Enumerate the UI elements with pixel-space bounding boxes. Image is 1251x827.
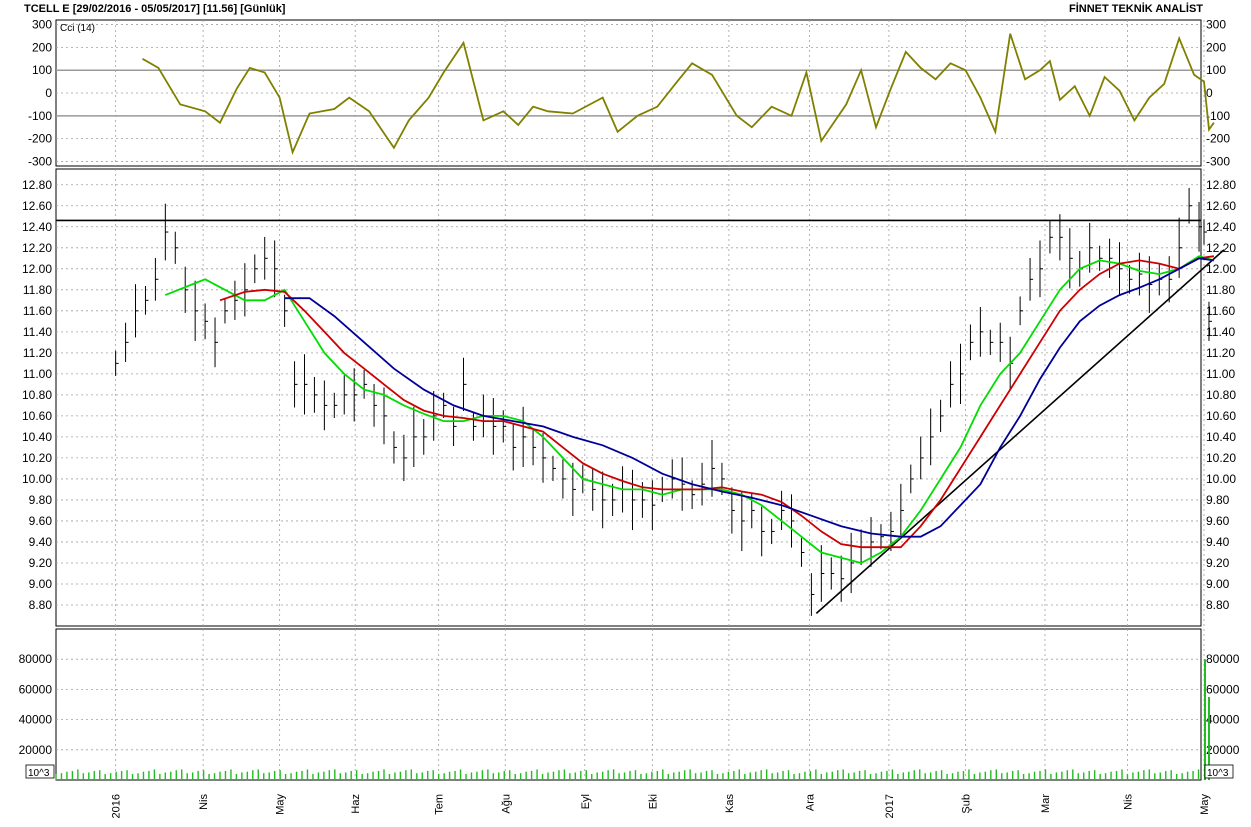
price-y-tick-label-right: 9.00 bbox=[1206, 577, 1230, 591]
price-y-tick-label-right: 11.60 bbox=[1206, 304, 1235, 318]
vol-y-tick-label-right: 80000 bbox=[1206, 652, 1240, 666]
cci-legend: Cci (14) bbox=[60, 23, 95, 34]
price-y-tick-label-right: 9.40 bbox=[1206, 535, 1230, 549]
price-y-tick-label-left: 11.40 bbox=[23, 325, 52, 339]
price-y-tick-label-right: 12.00 bbox=[1206, 262, 1236, 276]
x-tick-label: Tem bbox=[434, 794, 446, 815]
price-y-tick-label-left: 12.60 bbox=[22, 199, 52, 213]
price-y-tick-label-left: 11.80 bbox=[23, 283, 52, 297]
vol-y-tick-label-left: 60000 bbox=[19, 682, 53, 696]
price-y-tick-label-left: 8.80 bbox=[29, 598, 53, 612]
x-tick-label: Eki bbox=[647, 794, 659, 809]
price-y-tick-label-right: 9.20 bbox=[1206, 556, 1230, 570]
price-y-tick-label-right: 10.20 bbox=[1206, 451, 1236, 465]
vol-panel-frame bbox=[55, 628, 1202, 781]
price-y-tick-label-right: 10.80 bbox=[1206, 388, 1236, 402]
price-y-tick-label-right: 12.60 bbox=[1206, 199, 1236, 213]
x-tick-label: Haz bbox=[350, 794, 362, 814]
cci-y-tick-label-left: -200 bbox=[28, 132, 52, 146]
cci-y-tick-label-right: 0 bbox=[1206, 86, 1213, 100]
x-tick-label: May bbox=[275, 794, 287, 815]
x-tick-label: Eyl bbox=[580, 794, 592, 809]
price-y-tick-label-right: 12.40 bbox=[1206, 220, 1236, 234]
cci-y-tick-label-left: -100 bbox=[28, 109, 52, 123]
price-y-tick-label-right: 9.80 bbox=[1206, 493, 1230, 507]
x-tick-label: Kas bbox=[724, 794, 736, 813]
x-tick-label: May bbox=[1199, 794, 1211, 815]
price-y-tick-label-left: 9.80 bbox=[29, 493, 53, 507]
ma-long-line bbox=[284, 257, 1215, 538]
cci-y-tick-label-right: -100 bbox=[1206, 109, 1230, 123]
chart-root: TCELL E [29/02/2016 - 05/05/2017] [11.56… bbox=[0, 0, 1251, 822]
price-y-tick-label-right: 10.40 bbox=[1206, 430, 1236, 444]
price-y-tick-label-right: 11.20 bbox=[1206, 346, 1235, 360]
price-y-tick-label-right: 9.60 bbox=[1206, 514, 1230, 528]
cci-y-tick-label-left: 200 bbox=[32, 40, 52, 54]
cci-y-tick-label-right: -300 bbox=[1206, 154, 1230, 168]
price-y-tick-label-left: 9.40 bbox=[29, 535, 53, 549]
price-y-tick-label-left: 12.20 bbox=[22, 241, 52, 255]
vol-y-tick-label-right: 40000 bbox=[1206, 713, 1240, 727]
x-tick-label: 2017 bbox=[884, 794, 896, 818]
chart-title: TCELL E [29/02/2016 - 05/05/2017] [11.56… bbox=[24, 3, 286, 15]
price-y-tick-label-left: 10.00 bbox=[22, 472, 52, 486]
price-y-tick-label-left: 10.80 bbox=[22, 388, 52, 402]
cci-line bbox=[142, 33, 1215, 156]
x-tick-label: Nis bbox=[1122, 794, 1134, 810]
ma-short-line bbox=[164, 255, 1215, 564]
cci-y-tick-label-left: 100 bbox=[32, 63, 52, 77]
cci-y-tick-label-left: 0 bbox=[45, 86, 52, 100]
price-y-tick-label-left: 11.20 bbox=[23, 346, 52, 360]
price-y-tick-label-left: 12.00 bbox=[22, 262, 52, 276]
price-y-tick-label-left: 10.60 bbox=[22, 409, 52, 423]
price-y-tick-label-left: 10.40 bbox=[22, 430, 52, 444]
cci-y-tick-label-right: 200 bbox=[1206, 40, 1226, 54]
price-y-tick-label-left: 9.60 bbox=[29, 514, 53, 528]
x-tick-label: Ara bbox=[804, 793, 816, 811]
price-y-tick-label-right: 11.80 bbox=[1206, 283, 1235, 297]
price-y-tick-label-left: 12.80 bbox=[22, 178, 52, 192]
price-y-tick-label-left: 11.60 bbox=[23, 304, 52, 318]
price-y-tick-label-right: 11.40 bbox=[1206, 325, 1235, 339]
vol-y-tick-label-left: 20000 bbox=[19, 743, 53, 757]
price-y-tick-label-right: 10.00 bbox=[1206, 472, 1236, 486]
vol-y-tick-label-left: 80000 bbox=[19, 652, 53, 666]
price-y-tick-label-left: 9.00 bbox=[29, 577, 53, 591]
cci-y-tick-label-left: -300 bbox=[28, 154, 52, 168]
cci-y-tick-label-right: 300 bbox=[1206, 18, 1226, 32]
vol-unit-label-left: 10^3 bbox=[28, 768, 50, 779]
cci-y-tick-label-right: -200 bbox=[1206, 132, 1230, 146]
price-y-tick-label-right: 10.60 bbox=[1206, 409, 1236, 423]
price-y-tick-label-left: 11.00 bbox=[23, 367, 52, 381]
vol-y-tick-label-right: 60000 bbox=[1206, 682, 1240, 696]
cci-y-tick-label-right: 100 bbox=[1206, 63, 1226, 77]
brand-label: FİNNET TEKNİK ANALİST bbox=[1068, 3, 1203, 15]
vol-y-tick-label-right: 20000 bbox=[1206, 743, 1240, 757]
price-y-tick-label-left: 12.40 bbox=[22, 220, 52, 234]
x-tick-label: Şub bbox=[960, 794, 972, 814]
vol-y-tick-label-left: 40000 bbox=[19, 713, 53, 727]
price-y-tick-label-right: 12.80 bbox=[1206, 178, 1236, 192]
vol-unit-label-right: 10^3 bbox=[1207, 768, 1229, 779]
price-y-tick-label-left: 9.20 bbox=[29, 556, 53, 570]
cci-y-tick-label-left: 300 bbox=[32, 18, 52, 32]
price-y-tick-label-right: 8.80 bbox=[1206, 598, 1230, 612]
ma-mid-line bbox=[219, 255, 1215, 549]
x-tick-label: Mar bbox=[1040, 794, 1052, 813]
x-tick-label: Ağu bbox=[500, 794, 512, 814]
chart-canvas: 2016 Nis May Haz Tem Ağu Eyl Eki Kas Ara 2017 Şub Ma… bbox=[19, 18, 1240, 819]
price-y-tick-label-right: 11.00 bbox=[1206, 367, 1235, 381]
x-tick-label: 2016 bbox=[111, 794, 123, 818]
x-tick-label: Nis bbox=[198, 794, 210, 810]
price-y-tick-label-left: 10.20 bbox=[22, 451, 52, 465]
